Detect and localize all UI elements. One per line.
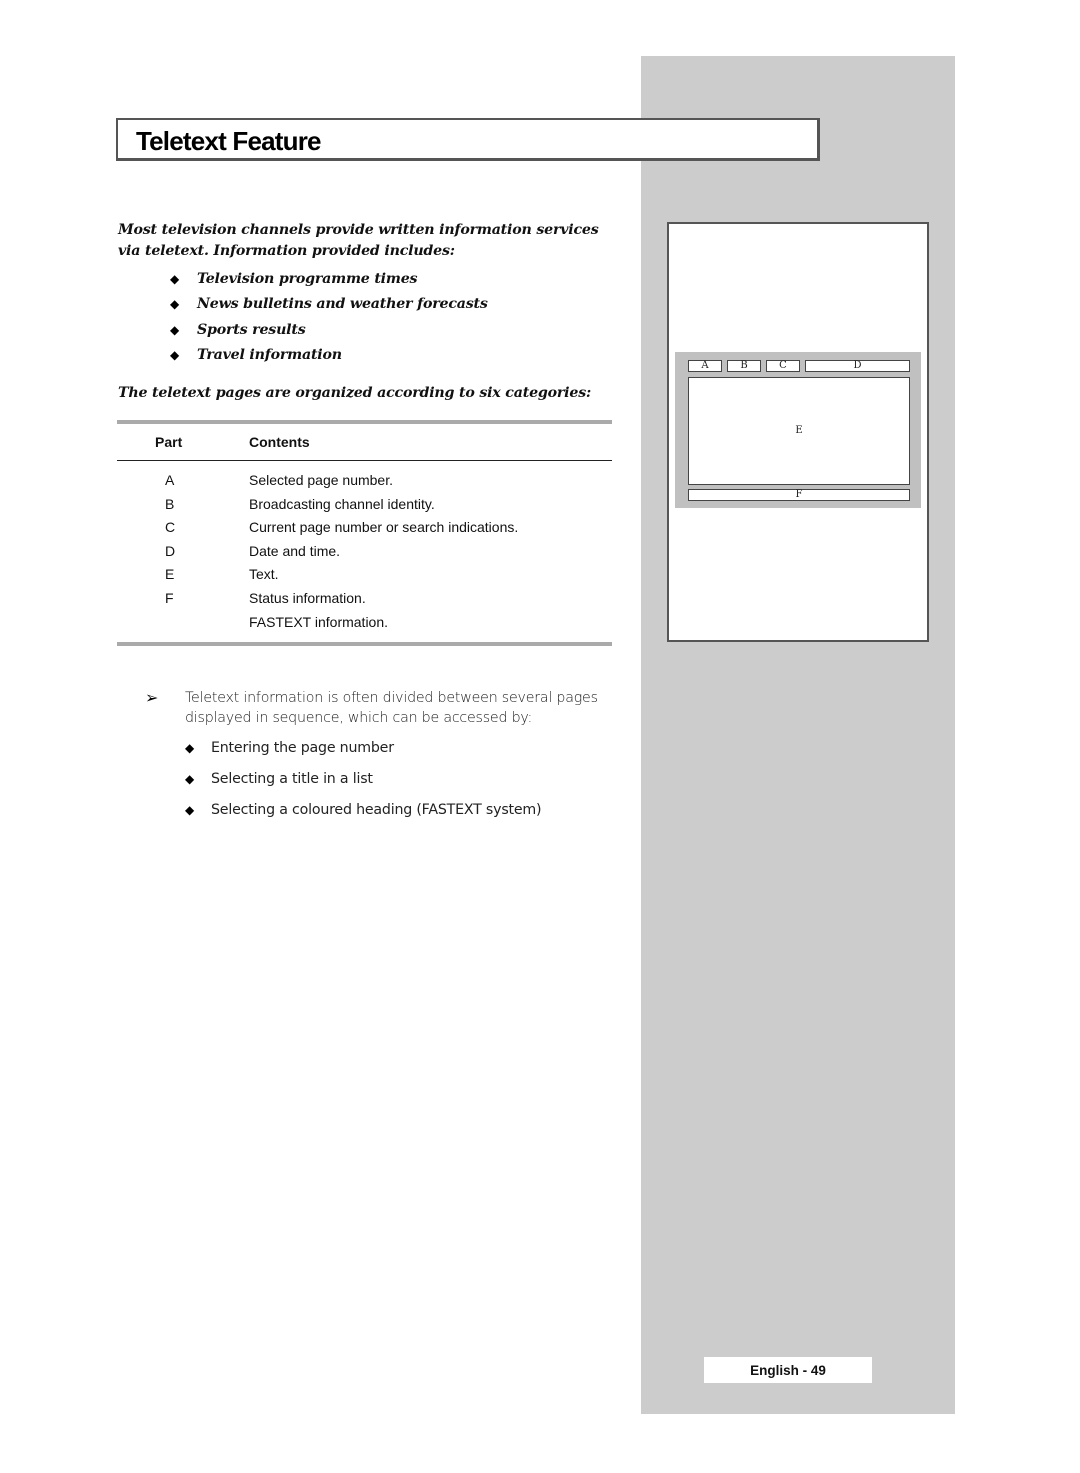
table-cell-part: E (165, 566, 175, 582)
access-methods-list: ◆ Entering the page number ◆ Selecting a t… (185, 732, 542, 825)
diamond-bullet-icon: ◆ (170, 297, 180, 312)
diamond-bullet-icon: ◆ (170, 322, 180, 337)
diamond-bullet-icon: ◆ (185, 771, 195, 786)
table-bottom-rule (117, 642, 612, 646)
page-title: Teletext Feature (136, 126, 321, 156)
table-header-contents: Contents (249, 434, 310, 450)
list-item: ◆ Selecting a coloured heading (FASTEXT s… (185, 801, 542, 818)
diamond-bullet-icon: ◆ (185, 740, 195, 755)
table-header-part: Part (155, 434, 183, 450)
table-cell-part: B (165, 496, 175, 512)
table-cell-part: F (165, 590, 174, 606)
table-cell-contents: FASTEXT information. (249, 614, 389, 630)
diagram-box-e: E (688, 377, 910, 485)
table-cell-contents: Broadcasting channel identity. (249, 496, 435, 512)
arrow-right-icon: ➢ (145, 688, 159, 707)
intro-paragraph: Most television channels provide written… (118, 222, 599, 259)
diagram-box-c: C (766, 360, 800, 372)
list-item: ◆ News bulletins and weather forecasts (170, 296, 488, 313)
note-text: Teletext information is often divided be… (185, 690, 598, 726)
categories-heading: The teletext pages are organized accordi… (118, 385, 592, 401)
table-cell-contents: Selected page number. (249, 472, 393, 488)
list-item: ◆ Travel information (170, 347, 342, 364)
list-item: ◆ Sports results (170, 321, 306, 338)
table-cell-part: D (165, 543, 176, 559)
diamond-bullet-icon: ◆ (170, 348, 180, 363)
info-list: ◆ Television programme times ◆ News bullet… (170, 266, 488, 368)
diagram-box-a: A (688, 360, 722, 372)
table-cell-contents: Text. (249, 566, 279, 582)
list-item: ◆ Entering the page number (185, 739, 394, 756)
table-cell-contents: Status information. (249, 590, 366, 606)
table-top-rule (117, 420, 612, 424)
table-cell-part: C (165, 519, 176, 535)
diagram-box-d: D (805, 360, 910, 372)
table-cell-contents: Date and time. (249, 543, 341, 559)
diamond-bullet-icon: ◆ (185, 802, 195, 817)
page-title-box: Teletext Feature (116, 118, 820, 161)
diamond-bullet-icon: ◆ (170, 271, 180, 286)
table-cell-contents: Current page number or search indication… (249, 519, 519, 535)
page-number-badge: English - 49 (704, 1357, 872, 1383)
table-header-rule (117, 460, 612, 461)
diagram-box-f: F (688, 489, 910, 501)
diagram-box-b: B (727, 360, 761, 372)
list-item: ◆ Selecting a title in a list (185, 770, 373, 787)
table-cell-part: A (165, 472, 175, 488)
list-item: ◆ Television programme times (170, 270, 418, 287)
